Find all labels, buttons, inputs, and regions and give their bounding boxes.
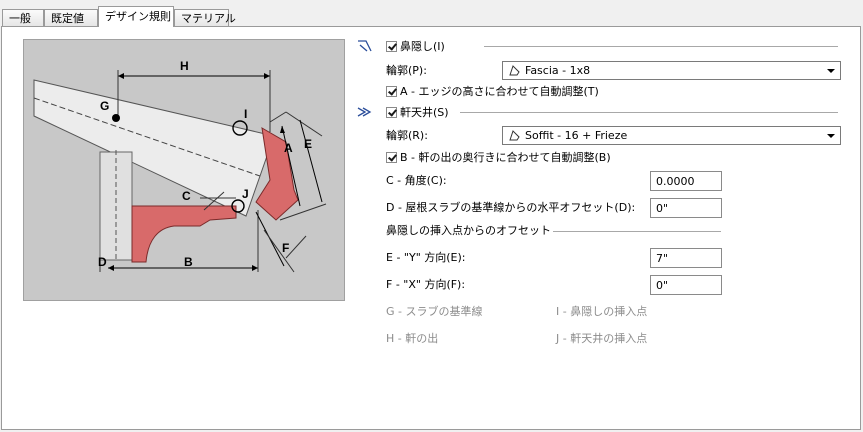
- tab-materials[interactable]: マテリアル: [174, 9, 236, 26]
- soffit-checkbox-row[interactable]: 軒天井(S): [386, 106, 449, 120]
- offset-d-input[interactable]: 0": [650, 198, 722, 218]
- profile-icon: [509, 65, 520, 76]
- chevron-down-icon: [827, 134, 835, 138]
- offset-e-label: E - "Y" 方向(E):: [386, 251, 466, 264]
- label-c: C: [182, 189, 191, 203]
- tab-bar: 一般 既定値 デザイン規則 マテリアル: [0, 0, 863, 27]
- fascia-checkbox-label: 鼻隠し(I): [400, 40, 445, 53]
- insertion-offset-separator: [553, 231, 721, 232]
- soffit-profile-value: Soffit - 16 + Frieze: [525, 129, 628, 142]
- label-b: B: [184, 255, 193, 269]
- fascia-auto-adjust-label: A - エッジの高さに合わせて自動調整(T): [400, 85, 599, 98]
- soffit-auto-adjust-row[interactable]: B - 軒の出の奥行きに合わせて自動調整(B): [386, 151, 611, 165]
- soffit-auto-adjust-checkbox[interactable]: [386, 152, 397, 163]
- fascia-checkbox[interactable]: [386, 41, 397, 52]
- insertion-offset-heading: 鼻隠しの挿入点からのオフセット: [386, 224, 551, 237]
- legend-g: G - スラブの基準線: [386, 305, 483, 318]
- angle-label: C - 角度(C):: [386, 174, 447, 187]
- fascia-profile-value: Fascia - 1x8: [525, 64, 591, 77]
- legend-h: H - 軒の出: [386, 332, 439, 345]
- tab-general[interactable]: 一般: [2, 9, 44, 26]
- fascia-section-icon: [358, 40, 372, 52]
- label-j: J: [242, 187, 249, 201]
- fascia-auto-adjust-checkbox[interactable]: [386, 86, 397, 97]
- label-i: I: [244, 107, 247, 121]
- chevron-down-icon: [827, 69, 835, 73]
- offset-f-label: F - "X" 方向(F):: [386, 278, 466, 291]
- tab-defaults[interactable]: 既定値: [44, 9, 98, 26]
- soffit-checkbox-label: 軒天井(S): [400, 106, 449, 119]
- soffit-auto-adjust-label: B - 軒の出の奥行きに合わせて自動調整(B): [400, 151, 611, 164]
- offset-e-input[interactable]: 7": [650, 248, 722, 268]
- offset-f-input[interactable]: 0": [650, 275, 722, 295]
- label-f: F: [282, 241, 289, 255]
- offset-d-label: D - 屋根スラブの基準線からの水平オフセット(D):: [386, 201, 636, 214]
- soffit-section-icon: [357, 107, 372, 117]
- tab-design-rules[interactable]: デザイン規則: [98, 6, 174, 27]
- fascia-profile-dropdown[interactable]: Fascia - 1x8: [502, 61, 841, 80]
- fascia-checkbox-row[interactable]: 鼻隠し(I): [386, 40, 445, 54]
- fascia-profile-label: 輪郭(P):: [386, 64, 427, 77]
- label-e: E: [304, 137, 312, 151]
- soffit-checkbox[interactable]: [386, 107, 397, 118]
- label-h: H: [180, 59, 189, 73]
- legend-j: J - 軒天井の挿入点: [556, 332, 648, 345]
- fascia-separator: [484, 46, 838, 47]
- point-g-marker: [112, 114, 120, 122]
- eave-diagram-drawing: H G I E A C J F D B: [33, 59, 327, 273]
- label-g: G: [100, 99, 109, 113]
- soffit-profile-dropdown[interactable]: Soffit - 16 + Frieze: [502, 126, 841, 145]
- eave-diagram: H G I E A C J F D B: [23, 39, 345, 301]
- soffit-separator: [460, 112, 838, 113]
- fascia-auto-adjust-row[interactable]: A - エッジの高さに合わせて自動調整(T): [386, 85, 599, 99]
- profile-icon: [509, 130, 520, 141]
- soffit-profile-label: 輪郭(R):: [386, 129, 428, 142]
- legend-i: I - 鼻隠しの挿入点: [556, 305, 648, 318]
- label-a: A: [284, 141, 293, 155]
- angle-input[interactable]: 0.0000: [650, 171, 722, 191]
- label-d: D: [98, 255, 107, 269]
